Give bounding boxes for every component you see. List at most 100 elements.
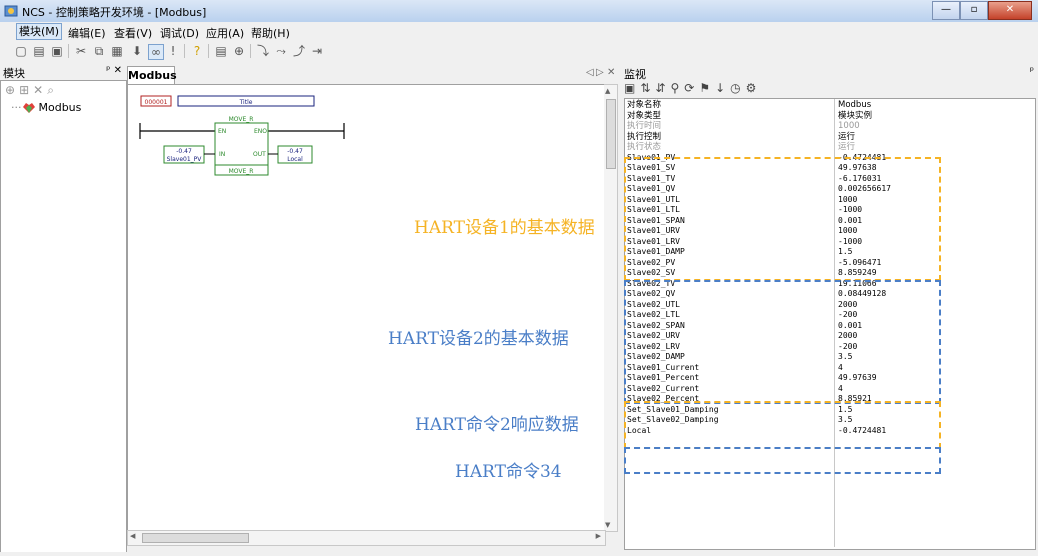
menu-module[interactable]: 模块(M) [16, 23, 63, 40]
settings-icon[interactable]: ⚙ [746, 81, 762, 95]
step-over-icon[interactable]: ⤳ [274, 44, 288, 58]
monitor-row[interactable]: 执行状态 运行 [625, 142, 1035, 152]
tab-scroll-right-icon[interactable]: ▷ [596, 67, 604, 78]
menu-help[interactable]: 帮助(H) [251, 25, 290, 41]
sort-alpha-icon[interactable]: ⇵ [655, 81, 670, 95]
monitor-row[interactable]: Slave01_LRV -1000 [625, 237, 1035, 247]
delete-icon[interactable]: ✕ [33, 83, 47, 97]
monitor-row[interactable]: Slave01_Percent 49.97639 [625, 373, 1035, 383]
tab-close-icon[interactable]: ✕ [607, 67, 615, 78]
menu-debug[interactable]: 调试(D) [160, 25, 199, 41]
new-file-icon[interactable]: ▢ [14, 44, 28, 58]
module-tree-tools: ⊕⊞✕⌕ [5, 83, 58, 98]
open-folder-icon[interactable]: ▤ [32, 44, 46, 58]
monitor-row-value: -6.176031 [838, 173, 882, 183]
menu-edit[interactable]: 编辑(E) [68, 25, 106, 41]
search-icon[interactable]: ⌕ [47, 83, 58, 97]
help-icon[interactable]: ? [190, 44, 204, 58]
monitor-row-value: 2000 [838, 299, 858, 309]
pin-out: OUT [253, 151, 266, 158]
monitor-row[interactable]: Slave02_Percent 8.85921 [625, 394, 1035, 404]
monitor-row-name: Slave01_SV [627, 163, 676, 172]
online-monitor-icon[interactable]: ∞ [148, 44, 164, 60]
pin-en: EN [218, 128, 226, 135]
new-instance-icon[interactable]: ⊞ [19, 83, 33, 97]
monitor-row[interactable]: Local -0.4724481 [625, 426, 1035, 436]
monitor-row-name: Slave01_UTL [627, 194, 680, 204]
tree-item-modbus[interactable]: ··· Modbus [11, 101, 81, 114]
monitor-row[interactable]: Slave02_LTL -200 [625, 310, 1035, 320]
monitor-row[interactable]: Slave01_QV 0.002656617 [625, 184, 1035, 194]
refresh-icon[interactable]: ⟳ [684, 81, 699, 95]
monitor-row[interactable]: 执行控制 运行 [625, 132, 1035, 142]
close-button[interactable]: ✕ [988, 1, 1032, 20]
run-to-icon[interactable]: ⇥ [310, 44, 324, 58]
monitor-row[interactable]: Set_Slave02_Damping 3.5 [625, 415, 1035, 425]
monitor-row[interactable]: 对象类型 模块实例 [625, 111, 1035, 121]
menu-apply[interactable]: 应用(A) [206, 25, 244, 41]
clock-icon[interactable]: ◷ [730, 81, 745, 95]
monitor-grid: 对象名称 Modbus 对象类型 模块实例 执行时间 1000 执行控制 运行 执行状态 运行 Sl… [624, 98, 1036, 550]
step-out-icon[interactable]: ⤴ [292, 44, 306, 58]
scroll-down-icon[interactable]: ▼ [605, 521, 610, 529]
cut-icon[interactable]: ✂ [74, 44, 88, 58]
monitor-row[interactable]: Slave01_SPAN 0.001 [625, 216, 1035, 226]
tab-scroll-left-icon[interactable]: ◁ [586, 67, 594, 78]
add-module-icon[interactable]: ⊕ [5, 83, 19, 97]
scroll-up-icon[interactable]: ▲ [605, 87, 610, 95]
sort-icon[interactable]: ⇅ [640, 81, 655, 95]
pin-icon[interactable]: ᵖ [1030, 66, 1034, 77]
scroll-left-icon[interactable]: ◀ [130, 532, 135, 540]
order-icon[interactable]: ↓ [715, 81, 730, 95]
grid-icon[interactable]: ▤ [214, 44, 228, 58]
zoom-icon[interactable]: ⊕ [232, 44, 246, 58]
monitor-row[interactable]: Slave01_TV -6.176031 [625, 174, 1035, 184]
step-into-icon[interactable]: ⤵ [256, 44, 270, 58]
monitor-row[interactable]: Slave02_Current 4 [625, 384, 1035, 394]
monitor-row[interactable]: Set_Slave01_Damping 1.5 [625, 405, 1035, 415]
monitor-row[interactable]: Slave01_SV 49.97638 [625, 163, 1035, 173]
force-icon[interactable]: ! [166, 44, 180, 58]
monitor-row[interactable]: Slave01_PV -0.4724481 [625, 153, 1035, 163]
monitor-row[interactable]: Slave02_UTL 2000 [625, 300, 1035, 310]
monitor-row[interactable]: Slave01_UTL 1000 [625, 195, 1035, 205]
monitor-row-value: 3.5 [838, 352, 853, 361]
monitor-row[interactable]: 对象名称 Modbus [625, 100, 1035, 110]
save-icon[interactable]: ▣ [624, 81, 640, 95]
monitor-row-value: -1000 [838, 205, 863, 214]
horizontal-scroll-thumb[interactable] [142, 533, 249, 543]
monitor-row-value: Modbus [838, 100, 872, 110]
monitor-row[interactable]: Slave02_PV -5.096471 [625, 258, 1035, 268]
graph-icon[interactable]: ⚑ [699, 81, 715, 95]
monitor-row-value: 19.11066 [838, 278, 877, 288]
monitor-row[interactable]: Slave02_TV 19.11066 [625, 279, 1035, 289]
vertical-scroll-thumb[interactable] [606, 99, 616, 169]
copy-icon[interactable]: ⧉ [92, 44, 106, 58]
paste-icon[interactable]: ▦ [110, 44, 124, 58]
horizontal-scrollbar[interactable]: ◀ ▶ [127, 530, 606, 546]
monitor-row[interactable]: 执行时间 1000 [625, 121, 1035, 131]
toolbar: ▢ ▤ ▣ ✂ ⧉ ▦ ⬇ ∞ ! ? ▤ ⊕ ⤵ ⤳ ⤴ ⇥ [0, 41, 1038, 62]
monitor-row[interactable]: Slave02_DAMP 3.5 [625, 352, 1035, 362]
scroll-right-icon[interactable]: ▶ [596, 532, 601, 540]
monitor-row[interactable]: Slave02_LRV -200 [625, 342, 1035, 352]
monitor-row[interactable]: Slave01_URV 1000 [625, 226, 1035, 236]
pin-close-icon[interactable]: ᵖ ✕ [106, 65, 122, 76]
monitor-row[interactable]: Slave02_URV 2000 [625, 331, 1035, 341]
monitor-row[interactable]: Slave02_SPAN 0.001 [625, 321, 1035, 331]
monitor-row-value: -0.4724481 [838, 152, 887, 162]
monitor-row[interactable]: Slave02_SV 8.859249 [625, 268, 1035, 278]
monitor-row[interactable]: Slave01_DAMP 1.5 [625, 247, 1035, 257]
save-icon[interactable]: ▣ [50, 44, 64, 58]
vertical-scrollbar[interactable]: ▲ ▼ [604, 84, 618, 532]
monitor-row[interactable]: Slave01_LTL -1000 [625, 205, 1035, 215]
monitor-row[interactable]: Slave01_Current 4 [625, 363, 1035, 373]
maximize-button[interactable]: ▫ [960, 1, 988, 20]
tab-modbus[interactable]: Modbus [127, 66, 177, 85]
download-icon[interactable]: ⬇ [130, 44, 144, 58]
menu-view[interactable]: 查看(V) [114, 25, 152, 41]
filter-icon[interactable]: ⚲ [670, 81, 684, 95]
minimize-button[interactable]: — [932, 1, 960, 20]
monitor-row[interactable]: Slave02_QV 0.08449128 [625, 289, 1035, 299]
module-icon [22, 102, 35, 113]
